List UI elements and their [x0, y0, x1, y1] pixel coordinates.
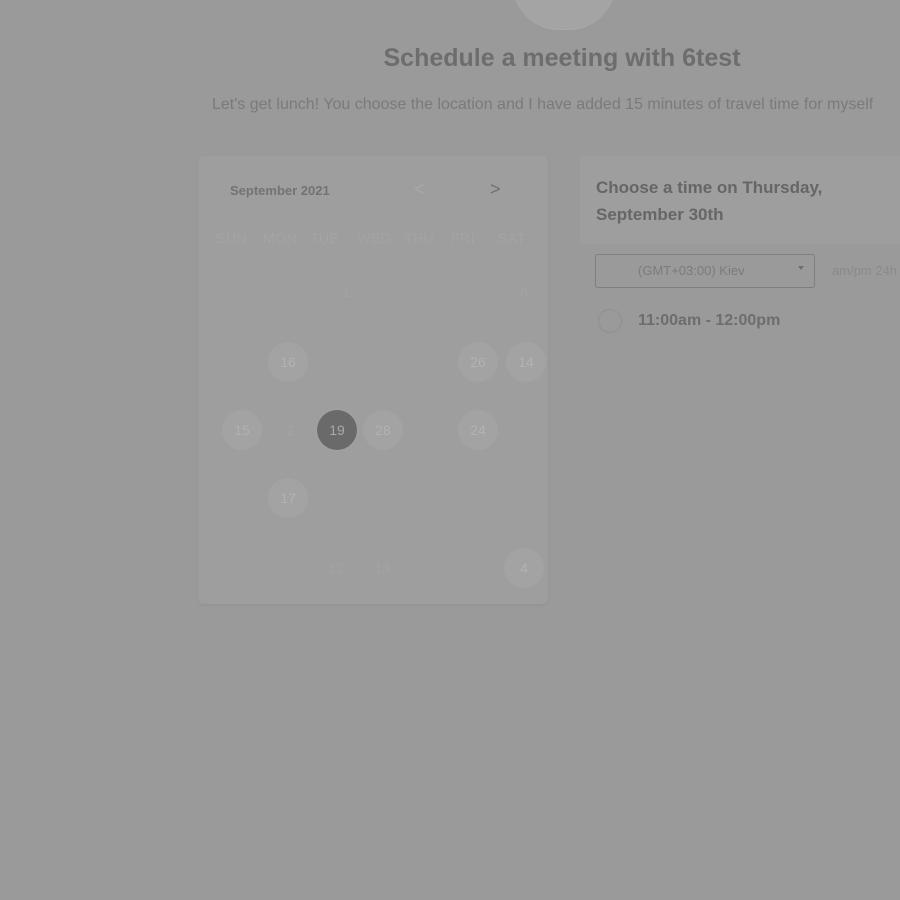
calendar-day: 13	[374, 560, 390, 576]
calendar-day-available[interactable]: 4	[504, 548, 544, 588]
weekday-label: MON	[263, 230, 298, 246]
chevron-right-icon[interactable]: >	[490, 180, 501, 198]
calendar-day-available[interactable]: 28	[363, 410, 403, 450]
calendar-day-available[interactable]: 14	[506, 342, 546, 382]
weekday-label: SUN	[216, 230, 248, 246]
calendar-day: 12	[328, 560, 344, 576]
calendar-day-available[interactable]: 16	[268, 342, 308, 382]
calendar-day-available[interactable]: 17	[268, 478, 308, 518]
calendar-day: 6	[520, 284, 528, 300]
time-format-toggle[interactable]: am/pm 24h	[832, 263, 897, 278]
page-title: Schedule a meeting with 6test	[383, 44, 741, 72]
calendar-day: 2	[286, 422, 294, 438]
calendar-day-available[interactable]: 24	[458, 410, 498, 450]
calendar-day-available[interactable]: 15	[222, 410, 262, 450]
calendar-day-available[interactable]: 26	[458, 342, 498, 382]
time-slot-label: 11:00am - 12:00pm	[638, 312, 781, 329]
calendar-day-selected[interactable]: 19	[317, 410, 357, 450]
weekday-header: SUN MON TUE WED THU FRI SAT	[216, 230, 545, 246]
timezone-value: (GMT+03:00) Kiev	[638, 263, 745, 278]
calendar-month-label: September 2021	[230, 183, 330, 198]
host-avatar	[512, 0, 616, 30]
calendar-card: September 2021 < > SUN MON TUE WED THU F…	[198, 156, 548, 604]
time-slot[interactable]: 11:00am - 12:00pm	[598, 306, 780, 336]
page-subtitle: Let's get lunch! You choose the location…	[212, 96, 874, 113]
chevron-left-icon[interactable]: <	[414, 180, 425, 198]
weekday-label: FRI	[451, 230, 476, 246]
weekday-label: THU	[404, 230, 435, 246]
time-selection-title: Choose a time on Thursday, September 30t…	[596, 178, 823, 224]
caret-down-icon	[798, 266, 804, 270]
weekday-label: SAT	[498, 230, 526, 246]
calendar-day: 1	[342, 284, 350, 300]
timezone-select[interactable]: (GMT+03:00) Kiev	[595, 254, 815, 288]
weekday-label: WED	[357, 230, 392, 246]
time-selection-header: Choose a time on Thursday, September 30t…	[580, 156, 900, 244]
weekday-label: TUE	[310, 230, 340, 246]
radio-button[interactable]	[598, 309, 622, 333]
